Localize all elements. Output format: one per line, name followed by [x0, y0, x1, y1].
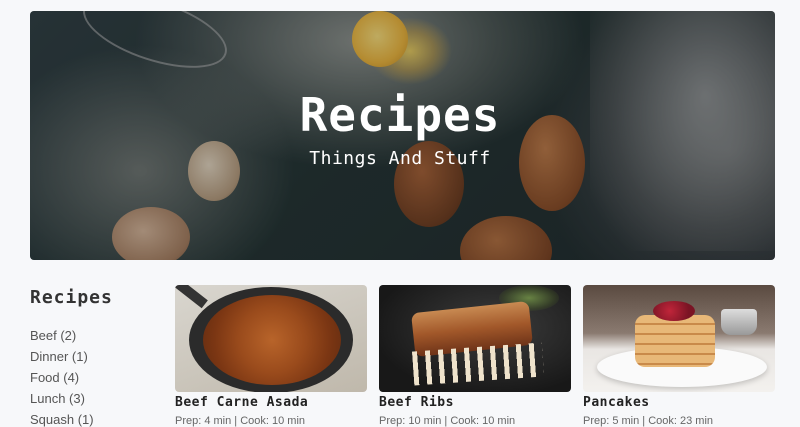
hero-title: Recipes [299, 88, 501, 142]
recipe-card-pancakes[interactable]: Pancakes Prep: 5 min | Cook: 23 min [583, 285, 775, 427]
category-list: Beef (2) Dinner (1) Food (4) Lunch (3) S… [30, 328, 94, 427]
recipe-title[interactable]: Pancakes [583, 395, 775, 412]
recipe-times: Prep: 5 min | Cook: 23 min [583, 415, 714, 427]
recipe-times: Prep: 4 min | Cook: 10 min [175, 415, 306, 427]
beef-ribs-photo[interactable] [379, 285, 571, 392]
hero-subtitle: Things And Stuff [309, 148, 491, 169]
recipe-title[interactable]: Beef Ribs [379, 395, 571, 412]
category-link-beef[interactable]: Beef (2) [30, 328, 94, 349]
recipe-card-carne-asada[interactable]: Beef Carne Asada Prep: 4 min | Cook: 10 … [175, 285, 367, 427]
recipe-title[interactable]: Beef Carne Asada [175, 395, 367, 412]
hero-banner: Recipes Things And Stuff [30, 11, 775, 260]
sidebar-title: Recipes [30, 287, 113, 308]
category-link-lunch[interactable]: Lunch (3) [30, 391, 94, 412]
category-link-squash[interactable]: Squash (1) [30, 412, 94, 427]
recipe-times: Prep: 10 min | Cook: 10 min [379, 415, 516, 427]
carne-asada-photo[interactable] [175, 285, 367, 392]
recipe-card-beef-ribs[interactable]: Beef Ribs Prep: 10 min | Cook: 10 min [379, 285, 571, 427]
pancakes-photo[interactable] [583, 285, 775, 392]
category-link-dinner[interactable]: Dinner (1) [30, 349, 94, 370]
category-link-food[interactable]: Food (4) [30, 370, 94, 391]
